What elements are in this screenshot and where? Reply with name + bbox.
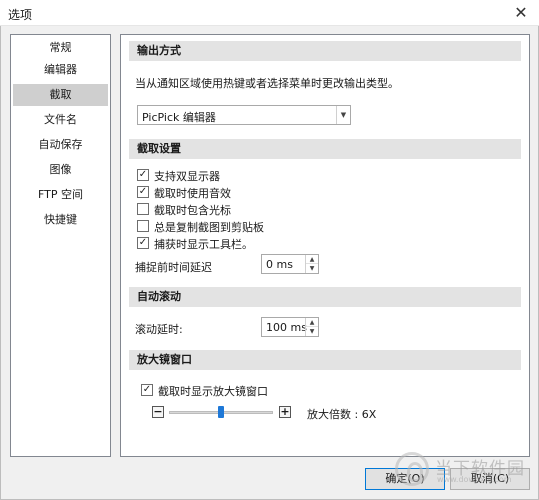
- zoom-out-button[interactable]: −: [152, 406, 164, 418]
- spinner-up-icon[interactable]: ▲: [306, 318, 318, 327]
- option-label: 支持双显示器: [154, 170, 220, 183]
- sidebar-item-capture[interactable]: 截取: [13, 84, 108, 106]
- option-label: 截取时显示放大镜窗口: [158, 385, 268, 398]
- close-icon[interactable]: ✕: [509, 2, 533, 24]
- sidebar: 常规 编辑器 截取 文件名 自动保存 图像 FTP 空间 快捷键: [10, 34, 111, 457]
- output-description: 当从通知区域使用热键或者选择菜单时更改输出类型。: [135, 77, 399, 90]
- zoom-level-text: 放大倍数 : 6X: [307, 408, 377, 421]
- spinner-buttons: ▲ ▼: [305, 318, 318, 336]
- title-bar: 选项 ✕: [0, 0, 539, 26]
- scroll-delay-label: 滚动延时:: [135, 323, 183, 336]
- option-label: 总是复制截图到剪贴板: [154, 221, 264, 234]
- sidebar-item-editor[interactable]: 编辑器: [13, 59, 108, 81]
- sidebar-item-hotkeys[interactable]: 快捷键: [13, 209, 108, 231]
- option-label: 捕获时显示工具栏。: [154, 238, 253, 251]
- window-title: 选项: [8, 8, 33, 22]
- scroll-delay-value: 100 ms: [266, 321, 307, 334]
- zoom-slider-thumb[interactable]: [218, 406, 224, 418]
- section-header-capture: 截取设置: [129, 139, 521, 159]
- sidebar-item-general[interactable]: 常规: [13, 37, 108, 59]
- scroll-delay-spinner[interactable]: 100 ms ▲ ▼: [261, 317, 319, 337]
- spinner-up-icon[interactable]: ▲: [306, 255, 318, 264]
- spinner-down-icon[interactable]: ▼: [306, 327, 318, 336]
- chevron-down-icon[interactable]: ▼: [336, 106, 350, 124]
- option-label: 截取时使用音效: [154, 187, 231, 200]
- spinner-buttons: ▲ ▼: [305, 255, 318, 273]
- output-type-value: PicPick 编辑器: [142, 111, 216, 124]
- capture-delay-label: 捕捉前时间延迟: [135, 261, 212, 274]
- check-icon[interactable]: ✓: [137, 186, 149, 198]
- section-header-autoscroll: 自动滚动: [129, 287, 521, 307]
- check-icon[interactable]: ✓: [137, 237, 149, 249]
- zoom-in-button[interactable]: +: [279, 406, 291, 418]
- sidebar-item-filename[interactable]: 文件名: [13, 109, 108, 131]
- watermark: 当下软件园 www.downxia.com: [393, 450, 533, 490]
- section-header-output: 输出方式: [129, 41, 521, 61]
- watermark-logo-icon: [395, 452, 429, 486]
- check-icon[interactable]: ✓: [141, 384, 153, 396]
- checkbox-empty[interactable]: [137, 220, 149, 232]
- sidebar-item-ftp[interactable]: FTP 空间: [13, 184, 108, 206]
- spinner-down-icon[interactable]: ▼: [306, 264, 318, 273]
- option-label: 截取时包含光标: [154, 204, 231, 217]
- watermark-url: www.downxia.com: [437, 475, 512, 484]
- section-header-magnifier: 放大镜窗口: [129, 350, 521, 370]
- output-type-dropdown[interactable]: PicPick 编辑器 ▼: [137, 105, 351, 125]
- settings-panel: 输出方式 当从通知区域使用热键或者选择菜单时更改输出类型。 PicPick 编辑…: [120, 34, 530, 457]
- sidebar-item-autosave[interactable]: 自动保存: [13, 134, 108, 156]
- check-icon[interactable]: ✓: [137, 169, 149, 181]
- capture-delay-spinner[interactable]: 0 ms ▲ ▼: [261, 254, 319, 274]
- sidebar-item-image[interactable]: 图像: [13, 159, 108, 181]
- checkbox-empty[interactable]: [137, 203, 149, 215]
- capture-delay-value: 0 ms: [266, 258, 293, 271]
